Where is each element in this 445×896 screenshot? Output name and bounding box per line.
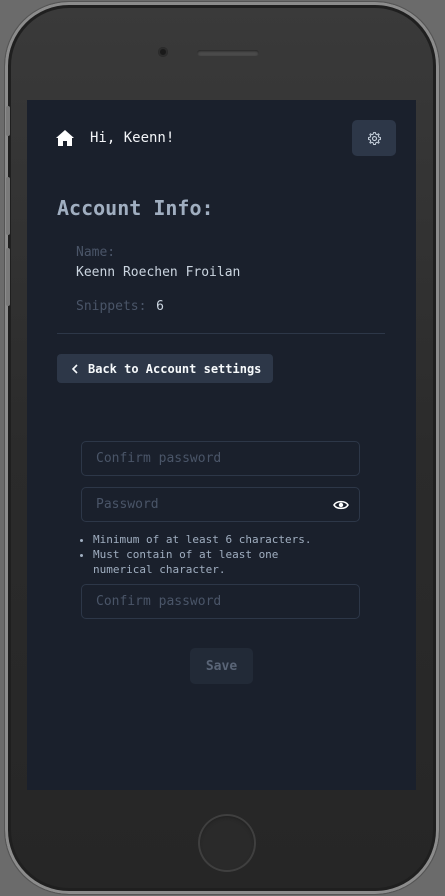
mute-switch (6, 106, 10, 136)
save-button[interactable]: Save (190, 648, 253, 684)
eye-icon[interactable] (333, 499, 349, 511)
front-camera (158, 47, 168, 57)
back-to-account-settings-button[interactable]: Back to Account settings (57, 354, 273, 383)
settings-button[interactable] (352, 120, 396, 156)
confirm-password-field-bottom (81, 584, 360, 619)
name-label: Name: (76, 245, 116, 260)
gear-icon (367, 131, 381, 145)
volume-down-button (6, 248, 10, 306)
name-value: Keenn Roechen Froilan (76, 265, 241, 280)
back-button-label: Back to Account settings (88, 361, 262, 376)
requirement-item: Must contain of at least one numerical c… (93, 547, 311, 577)
confirm-password-input-bottom[interactable] (82, 585, 359, 618)
account-info-title: Account Info: (57, 196, 214, 220)
snippets-count: 6 (156, 299, 164, 314)
greeting-text: Hi, Keenn! (90, 130, 175, 146)
password-input[interactable] (82, 488, 359, 521)
home-button[interactable] (198, 814, 256, 872)
top-bar: Hi, Keenn! (27, 100, 416, 176)
home-icon[interactable] (55, 129, 75, 147)
earpiece-speaker (197, 50, 259, 56)
confirm-password-input-top[interactable] (82, 442, 359, 475)
password-field (81, 487, 360, 522)
requirement-item: Minimum of at least 6 characters. (93, 532, 312, 547)
confirm-password-field-top (81, 441, 360, 476)
chevron-left-icon (71, 363, 78, 374)
password-requirements: Minimum of at least 6 characters. Must c… (80, 532, 312, 577)
snippets-row: Snippets: 6 (76, 295, 164, 314)
snippets-label: Snippets: (76, 299, 147, 314)
app-screen: Hi, Keenn! Account Info: Name: Keenn Roe… (27, 100, 416, 790)
divider (57, 333, 385, 334)
volume-up-button (6, 177, 10, 235)
